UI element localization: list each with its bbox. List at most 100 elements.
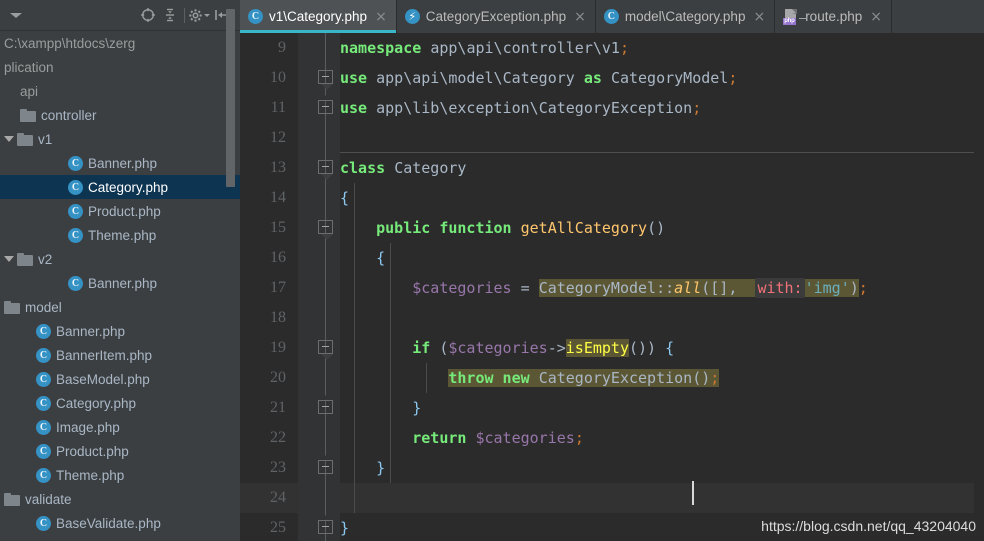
code-line[interactable]: 16 { bbox=[240, 243, 984, 273]
fold-toggle-icon[interactable] bbox=[318, 340, 333, 354]
tree-file-item[interactable]: C Image.php bbox=[0, 415, 240, 439]
tree-expand-twisty-icon[interactable] bbox=[4, 136, 14, 142]
fold-toggle-icon[interactable] bbox=[318, 160, 333, 174]
tab-close-icon[interactable]: × bbox=[574, 10, 586, 24]
code-text[interactable]: } bbox=[340, 393, 421, 423]
tree-folder-item[interactable]: validate bbox=[0, 487, 240, 511]
editor-gutter[interactable] bbox=[298, 303, 340, 333]
tab-label: CategoryException.php bbox=[425, 9, 567, 24]
tree-file-item[interactable]: C Product.php bbox=[0, 199, 240, 223]
tree-file-item[interactable]: C Banner.php bbox=[0, 151, 240, 175]
scrollbar-thumb[interactable] bbox=[226, 9, 235, 187]
editor-gutter[interactable] bbox=[298, 63, 340, 93]
tab-close-icon[interactable]: × bbox=[753, 10, 765, 24]
line-number: 19 bbox=[270, 339, 286, 356]
tree-file-item[interactable]: C BaseModel.php bbox=[0, 367, 240, 391]
editor-tab[interactable]: php route.php × bbox=[775, 0, 892, 33]
code-line[interactable]: 19 if ($categories->isEmpty()) { bbox=[240, 333, 984, 363]
code-text[interactable]: return $categories; bbox=[340, 423, 584, 453]
tree-file-item[interactable]: C Category.php bbox=[0, 175, 240, 199]
tree-path-label[interactable]: plication bbox=[0, 55, 240, 79]
fold-toggle-icon[interactable] bbox=[318, 520, 333, 534]
code-line[interactable]: 11 use app\lib\exception\CategoryExceptio… bbox=[240, 93, 984, 123]
php-class-icon: C bbox=[68, 275, 83, 291]
tree-file-item[interactable]: C Theme.php bbox=[0, 223, 240, 247]
code-text[interactable]: { bbox=[340, 183, 349, 213]
code-text[interactable]: } bbox=[340, 453, 385, 483]
editor-gutter[interactable] bbox=[298, 123, 340, 153]
editor-gutter[interactable] bbox=[298, 393, 340, 423]
tab-label: model\Category.php bbox=[624, 9, 746, 24]
fold-toggle-icon[interactable] bbox=[318, 460, 333, 474]
fold-toggle-icon[interactable] bbox=[318, 220, 333, 234]
editor-gutter[interactable] bbox=[298, 153, 340, 183]
code-line[interactable]: 15 public function getAllCategory() bbox=[240, 213, 984, 243]
editor-gutter[interactable] bbox=[298, 33, 340, 63]
code-line[interactable]: 22 return $categories; bbox=[240, 423, 984, 453]
code-line[interactable]: 18 bbox=[240, 303, 984, 333]
editor-gutter[interactable] bbox=[298, 333, 340, 363]
code-line[interactable]: 9 namespace app\api\controller\v1; bbox=[240, 33, 984, 63]
editor-gutter[interactable] bbox=[298, 183, 340, 213]
scroll-from-source-icon[interactable] bbox=[137, 4, 159, 26]
tree-file-item[interactable]: C BannerItem.php bbox=[0, 343, 240, 367]
editor-tab[interactable]: Cv1\Category.php × bbox=[240, 0, 397, 33]
tree-path-label[interactable]: api bbox=[0, 79, 240, 103]
tree-path-label[interactable]: C:\xampp\htdocs\zerg bbox=[0, 31, 240, 55]
project-tree[interactable]: C:\xampp\htdocs\zerg plication api controll… bbox=[0, 31, 240, 541]
tree-file-item[interactable]: C Category.php bbox=[0, 391, 240, 415]
code-editor[interactable]: 9 namespace app\api\controller\v1; 10 use a… bbox=[240, 33, 984, 541]
tree-file-item[interactable]: C BaseValidate.php bbox=[0, 511, 240, 535]
code-line[interactable]: 20 throw new CategoryException(); bbox=[240, 363, 984, 393]
editor-tabbar[interactable]: Cv1\Category.php × ⚡ CategoryException.php ×… bbox=[240, 0, 984, 33]
editor-gutter[interactable] bbox=[298, 273, 340, 303]
editor-gutter[interactable] bbox=[298, 483, 340, 513]
collapse-all-icon[interactable] bbox=[159, 4, 181, 26]
code-text[interactable]: class Category bbox=[340, 153, 466, 183]
tree-folder-item[interactable]: v2 bbox=[0, 247, 240, 271]
tree-expand-twisty-icon[interactable] bbox=[4, 256, 14, 262]
editor-tab[interactable]: Cmodel\Category.php × bbox=[596, 0, 776, 33]
code-line[interactable]: 21 } bbox=[240, 393, 984, 423]
tree-folder-item[interactable]: v1 bbox=[0, 127, 240, 151]
fold-toggle-icon[interactable] bbox=[318, 100, 333, 114]
editor-gutter[interactable] bbox=[298, 423, 340, 453]
code-line[interactable]: 10 use app\api\model\Category as Category… bbox=[240, 63, 984, 93]
tree-file-item[interactable]: C Banner.php bbox=[0, 271, 240, 295]
code-line[interactable]: 23 } bbox=[240, 453, 984, 483]
fold-toggle-icon[interactable] bbox=[318, 70, 333, 84]
code-text[interactable]: } bbox=[340, 513, 349, 541]
project-tree-scrollbar[interactable] bbox=[226, 0, 235, 510]
tab-close-icon[interactable]: × bbox=[375, 10, 387, 24]
code-line[interactable]: 13 class Category bbox=[240, 153, 984, 183]
tree-folder-item[interactable]: controller bbox=[0, 103, 240, 127]
editor-gutter[interactable] bbox=[298, 513, 340, 541]
code-text[interactable]: public function getAllCategory() bbox=[340, 213, 665, 243]
editor-gutter[interactable] bbox=[298, 213, 340, 243]
gear-icon[interactable] bbox=[188, 4, 210, 26]
code-text[interactable]: use app\api\model\Category as CategoryMo… bbox=[340, 63, 737, 93]
indent-guide bbox=[390, 453, 391, 483]
code-text[interactable]: throw new CategoryException(); bbox=[340, 363, 720, 393]
editor-gutter[interactable] bbox=[298, 93, 340, 123]
code-text[interactable]: { bbox=[340, 243, 385, 273]
code-line[interactable]: 14 { bbox=[240, 183, 984, 213]
editor-gutter[interactable] bbox=[298, 363, 340, 393]
code-line[interactable]: 17 $categories = CategoryModel::all([], … bbox=[240, 273, 984, 303]
tree-folder-item[interactable]: model bbox=[0, 295, 240, 319]
editor-tab[interactable]: ⚡ CategoryException.php × bbox=[397, 0, 596, 33]
editor-gutter[interactable] bbox=[298, 243, 340, 273]
project-menu-caret-icon[interactable] bbox=[10, 12, 22, 18]
tree-file-item[interactable]: C Banner.php bbox=[0, 319, 240, 343]
editor-area: Cv1\Category.php × ⚡ CategoryException.php ×… bbox=[240, 0, 984, 541]
code-text[interactable]: use app\lib\exception\CategoryException; bbox=[340, 93, 701, 123]
code-line[interactable]: 24 bbox=[240, 483, 984, 513]
fold-toggle-icon[interactable] bbox=[318, 400, 333, 414]
tree-file-item[interactable]: C Theme.php bbox=[0, 463, 240, 487]
tree-file-item[interactable]: C Product.php bbox=[0, 439, 240, 463]
editor-gutter[interactable] bbox=[298, 453, 340, 483]
code-text[interactable]: $categories = CategoryModel::all([], wit… bbox=[340, 273, 868, 303]
tab-close-icon[interactable]: × bbox=[870, 10, 882, 24]
code-text[interactable]: namespace app\api\controller\v1; bbox=[340, 33, 629, 63]
code-line[interactable]: 12 bbox=[240, 123, 984, 153]
